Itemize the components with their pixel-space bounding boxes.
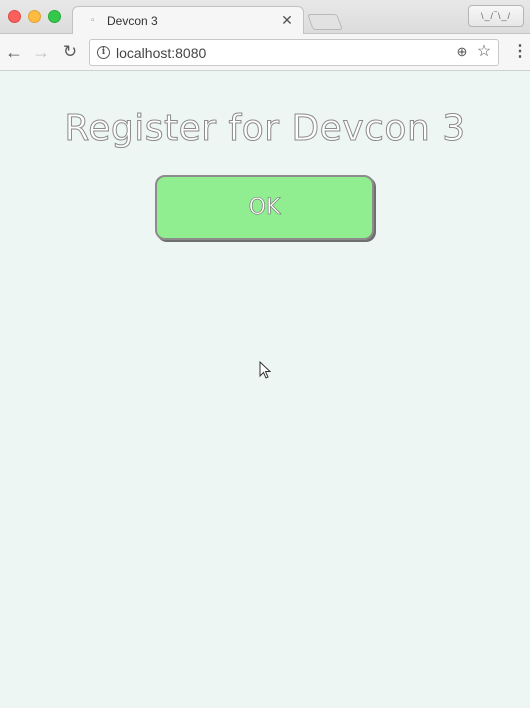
- page-title: Register for Devcon 3: [64, 108, 466, 150]
- close-icon[interactable]: [8, 10, 21, 23]
- new-tab-button[interactable]: [307, 14, 343, 30]
- maximize-icon[interactable]: [48, 10, 61, 23]
- back-button[interactable]: ←: [4, 42, 24, 62]
- page-favicon-icon: ▫: [91, 15, 95, 26]
- reload-button[interactable]: ↻: [60, 42, 80, 62]
- address-bar[interactable]: i localhost:8080 ⊕ ☆: [89, 39, 499, 66]
- forward-button[interactable]: →: [31, 42, 51, 62]
- browser-toolbar: ← → ↻ i localhost:8080 ⊕ ☆ ⋮: [0, 34, 530, 71]
- url-text[interactable]: localhost:8080: [116, 45, 206, 61]
- star-icon[interactable]: ☆: [476, 43, 492, 61]
- zoom-icon[interactable]: ⊕: [454, 44, 470, 60]
- menu-icon[interactable]: ⋮: [512, 42, 528, 62]
- tab-close-icon[interactable]: ✕: [279, 12, 295, 28]
- minimize-icon[interactable]: [28, 10, 41, 23]
- cursor-icon: [259, 361, 271, 379]
- info-icon[interactable]: i: [97, 46, 110, 59]
- profile-button[interactable]: \_/‾\_/: [468, 5, 524, 27]
- tab-title: Devcon 3: [107, 14, 158, 28]
- browser-window: ▫ Devcon 3 ✕ \_/‾\_/ ← → ↻ i localhost:8…: [0, 0, 530, 708]
- tab-strip: ▫ Devcon 3 ✕ \_/‾\_/: [0, 0, 530, 35]
- ok-button[interactable]: OK: [155, 175, 374, 240]
- page-content: Register for Devcon 3 OK: [0, 71, 530, 708]
- tab-devcon[interactable]: ▫ Devcon 3 ✕: [72, 6, 304, 35]
